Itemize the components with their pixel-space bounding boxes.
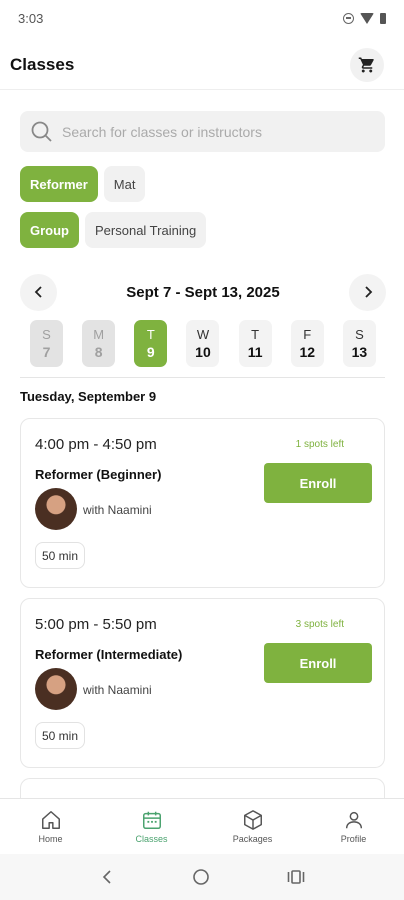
week-navigator: Sept 7 - Sept 13, 2025 xyxy=(20,273,386,311)
nav-classes[interactable]: Classes xyxy=(101,799,202,854)
search-input[interactable] xyxy=(62,123,362,140)
do-not-disturb-icon xyxy=(343,12,354,24)
previous-week-button[interactable] xyxy=(20,273,57,311)
day-number: 7 xyxy=(42,344,51,360)
day-letter: S xyxy=(355,327,364,342)
box-icon xyxy=(243,810,262,830)
week-range: Sept 7 - Sept 13, 2025 xyxy=(126,283,280,301)
day-number: 9 xyxy=(146,344,155,360)
status-bar: 3:03 xyxy=(0,0,404,36)
day-number: 11 xyxy=(247,344,263,360)
search-icon xyxy=(31,121,52,142)
enroll-button[interactable]: Enroll xyxy=(264,463,372,503)
instructor-avatar xyxy=(35,668,77,710)
day-letter: T xyxy=(146,327,155,342)
spots-left: 3 spots left xyxy=(295,619,344,630)
calendar-icon xyxy=(142,811,161,829)
cart-icon xyxy=(358,57,374,72)
nav-label: Classes xyxy=(135,834,168,844)
nav-label: Packages xyxy=(232,834,273,844)
day-letter: W xyxy=(196,327,210,342)
chevron-right-icon xyxy=(364,286,372,298)
duration-badge: 50 min xyxy=(35,542,86,569)
app-header: Classes xyxy=(0,40,404,90)
instructor-name: with Naamini xyxy=(83,683,152,697)
day-monday[interactable]: M8 xyxy=(82,320,116,367)
class-type-filters: Reformer Mat xyxy=(20,166,146,202)
filter-chip-reformer[interactable]: Reformer xyxy=(20,166,98,202)
home-circle-icon[interactable] xyxy=(192,868,210,886)
nav-profile[interactable]: Profile xyxy=(303,799,404,854)
day-letter: F xyxy=(303,327,312,342)
class-format-filters: Group Personal Training xyxy=(20,212,207,248)
next-week-button[interactable] xyxy=(349,273,386,311)
instructor-avatar xyxy=(35,488,77,530)
instructor-name: with Naamini xyxy=(83,503,152,517)
day-number: 13 xyxy=(351,344,368,360)
recents-icon[interactable] xyxy=(287,869,305,885)
status-time: 3:03 xyxy=(18,10,44,26)
nav-home[interactable]: Home xyxy=(0,799,101,854)
nav-label: Home xyxy=(38,834,63,844)
battery-icon xyxy=(380,12,386,24)
nav-label: Profile xyxy=(340,834,367,844)
day-friday[interactable]: F 12 xyxy=(290,320,324,367)
nav-packages[interactable]: Packages xyxy=(202,799,303,854)
class-time: 4:00 pm - 4:50 pm xyxy=(35,436,157,453)
bottom-nav: Home Classes Packages Profile xyxy=(0,798,404,854)
day-letter: S xyxy=(42,327,51,342)
spots-left: 1 spots left xyxy=(295,439,344,450)
day-letter: T xyxy=(251,327,260,342)
cart-button[interactable] xyxy=(350,47,384,82)
day-picker: S7 M8 T9 W 10 T 11 F 12 S 13 xyxy=(30,320,376,367)
day-number: 8 xyxy=(94,344,103,360)
class-time: 5:00 pm - 5:50 pm xyxy=(35,616,157,633)
day-letter: M xyxy=(93,327,105,342)
day-thursday[interactable]: T 11 xyxy=(238,320,272,367)
class-name: Reformer (Beginner) xyxy=(35,467,162,482)
day-saturday[interactable]: S 13 xyxy=(342,320,376,367)
selected-date-heading: Tuesday, September 9 xyxy=(20,389,157,404)
person-icon xyxy=(345,811,362,829)
duration-badge: 50 min xyxy=(35,722,86,749)
filter-chip-mat[interactable]: Mat xyxy=(103,166,146,202)
system-nav-bar xyxy=(0,854,404,900)
page-title: Classes xyxy=(10,54,75,74)
wifi-icon xyxy=(360,12,374,24)
filter-chip-group[interactable]: Group xyxy=(20,212,79,248)
class-card: 5:00 pm - 5:50 pm 3 spots left Reformer … xyxy=(20,598,385,768)
home-icon xyxy=(41,811,60,829)
search-bar[interactable] xyxy=(20,111,385,152)
divider xyxy=(20,377,385,378)
day-tuesday[interactable]: T9 xyxy=(134,320,168,367)
day-number: 10 xyxy=(195,344,211,360)
class-name: Reformer (Intermediate) xyxy=(35,647,183,662)
filter-chip-personal-training[interactable]: Personal Training xyxy=(85,212,207,248)
day-sunday[interactable]: S7 xyxy=(30,320,63,367)
status-icons xyxy=(343,12,386,24)
back-icon[interactable] xyxy=(99,869,115,885)
day-number: 12 xyxy=(299,344,316,360)
enroll-button[interactable]: Enroll xyxy=(264,643,372,683)
class-card: 4:00 pm - 4:50 pm 1 spots left Reformer … xyxy=(20,418,385,588)
chevron-left-icon xyxy=(34,286,42,298)
day-wednesday[interactable]: W 10 xyxy=(186,320,220,367)
